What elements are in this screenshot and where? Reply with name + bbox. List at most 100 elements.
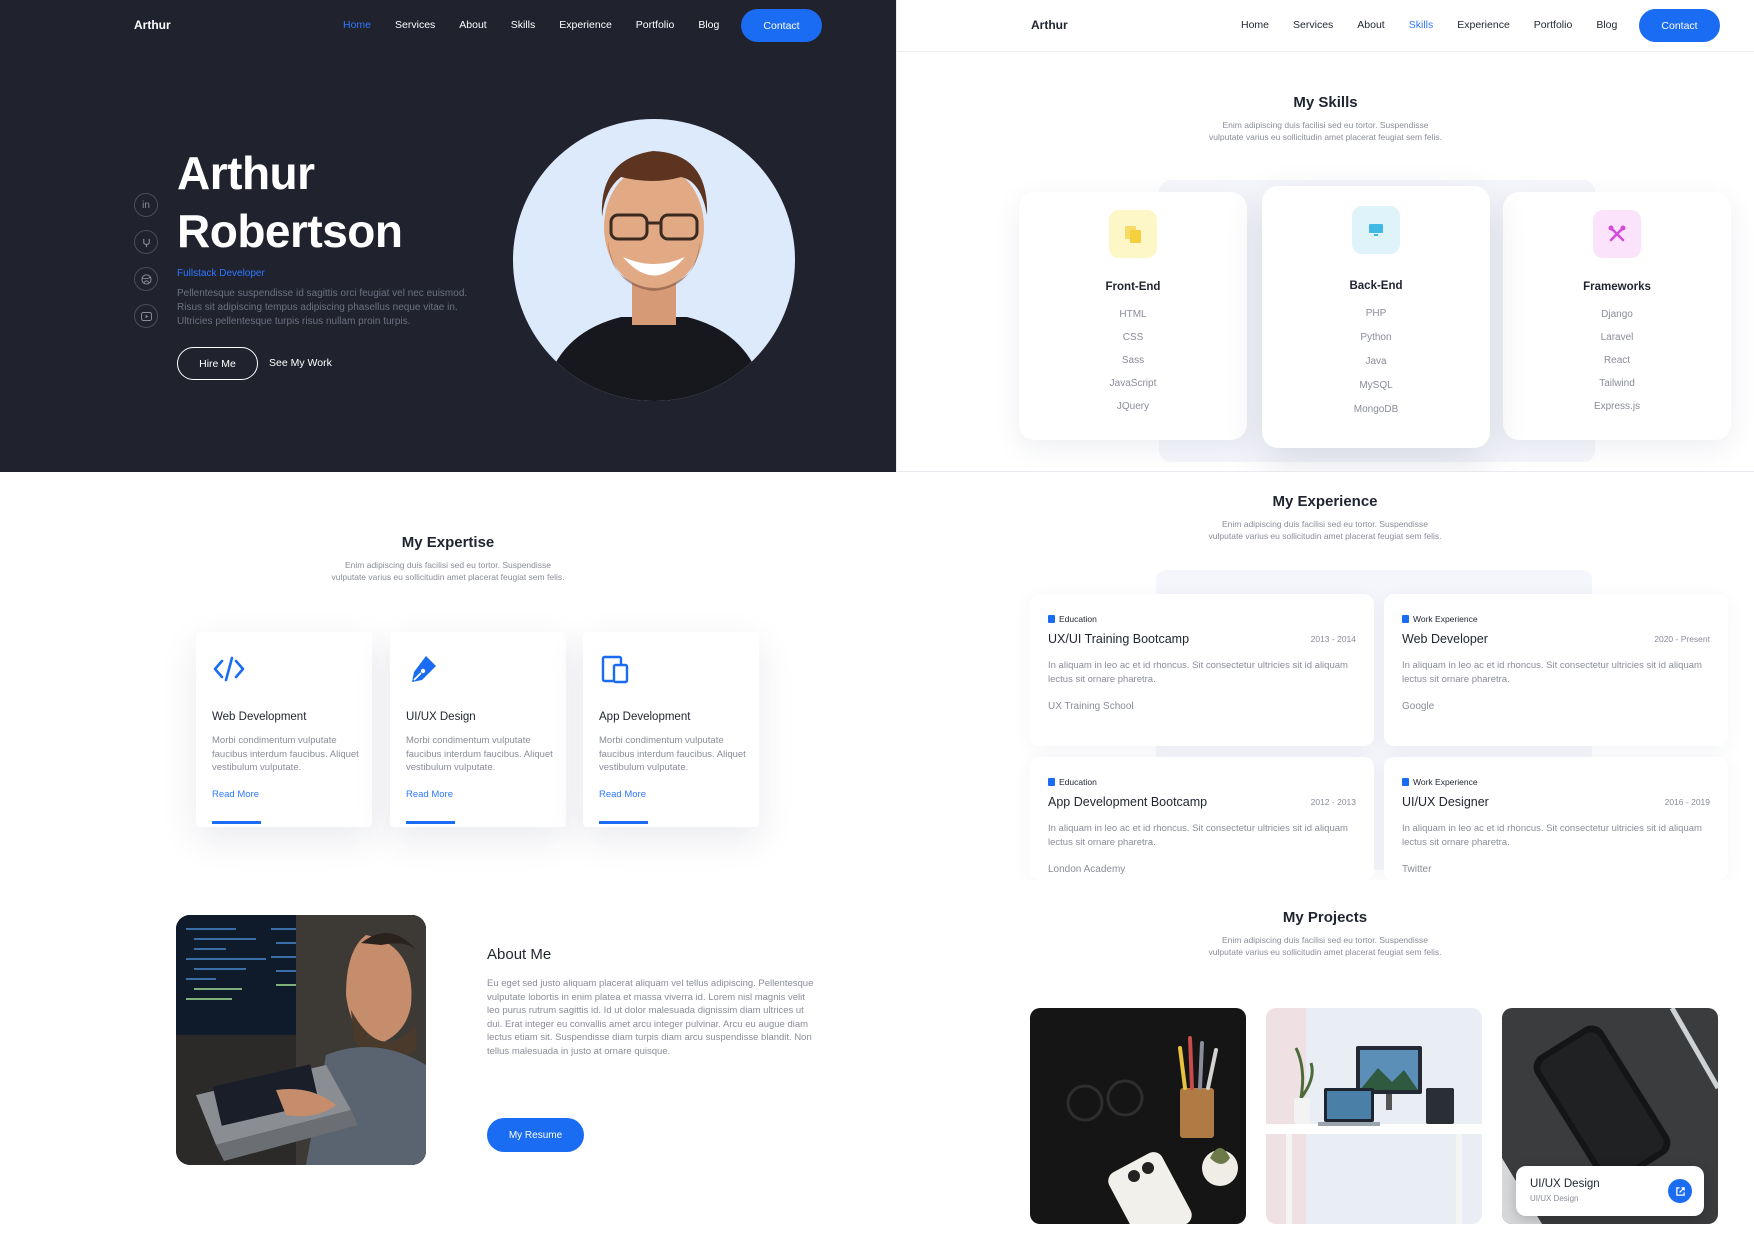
experience-organization: UX Training School: [1048, 701, 1134, 712]
see-my-work-link[interactable]: See My Work: [269, 357, 332, 369]
nav-services[interactable]: Services: [395, 19, 435, 31]
skill-item: Java: [1365, 356, 1387, 367]
experience-card: Work Experience Web Developer 2020 - Pre…: [1384, 594, 1728, 746]
about-section: About Me Eu eget sed justo aliquam place…: [0, 880, 896, 1240]
code-icon: [212, 652, 246, 686]
experience-category: Work Experience: [1402, 614, 1478, 624]
contact-button[interactable]: Contact: [741, 9, 822, 42]
skill-item: PHP: [1365, 308, 1387, 319]
skill-item: React: [1603, 355, 1631, 366]
hero-navbar: Arthur Home Services About Skills Experi…: [0, 0, 896, 52]
nav-skills[interactable]: Skills: [1409, 19, 1434, 31]
external-link-icon[interactable]: [1668, 1179, 1692, 1203]
linkedin-icon[interactable]: in: [134, 193, 158, 217]
experience-category: Education: [1048, 777, 1097, 787]
experience-card: Education App Development Bootcamp 2012 …: [1030, 757, 1374, 880]
expertise-card-title: App Development: [599, 711, 691, 723]
expertise-card-ui-ux-design[interactable]: UI/UX Design Morbi condimentum vulputate…: [390, 632, 566, 827]
experience-title-text: App Development Bootcamp: [1048, 795, 1208, 809]
experience-category-label: Work Experience: [1413, 777, 1478, 787]
projects-section: My Projects Enim adipiscing duis facilis…: [896, 880, 1754, 1240]
card-accent-bar: [212, 821, 261, 824]
skill-card-title: Front-End: [1105, 281, 1161, 293]
experience-description: In aliquam in leo ac et id rhoncus. Sit …: [1402, 660, 1702, 685]
skills-nav-menu: Home Services About Skills Experience Po…: [1241, 19, 1641, 31]
expertise-subtitle-line: Enim adipiscing duis facilisi sed eu tor…: [345, 560, 551, 570]
nav-portfolio[interactable]: Portfolio: [1534, 19, 1573, 31]
nav-services[interactable]: Services: [1293, 19, 1333, 31]
skills-subtitle-line: Enim adipiscing duis facilisi sed eu tor…: [1222, 120, 1429, 130]
experience-description: In aliquam in leo ac et id rhoncus. Sit …: [1048, 823, 1348, 848]
hero-section: Arthur Home Services About Skills Experi…: [0, 0, 896, 472]
github-icon[interactable]: [134, 230, 158, 254]
hero-description: Pellentesque suspendisse id sagittis orc…: [177, 288, 468, 327]
site-logo[interactable]: Arthur: [134, 18, 171, 32]
nav-about[interactable]: About: [1357, 19, 1384, 31]
bookmark-icon: [1048, 778, 1055, 786]
card-accent-bar: [406, 821, 455, 824]
read-more-link[interactable]: Read More: [599, 789, 646, 800]
nav-experience[interactable]: Experience: [1457, 19, 1510, 31]
experience-card: Work Experience UI/UX Designer 2016 - 20…: [1384, 757, 1728, 880]
nav-home[interactable]: Home: [343, 19, 371, 31]
project-overlay-subtitle: UI/UX Design: [1530, 1194, 1579, 1203]
nav-experience[interactable]: Experience: [559, 19, 612, 31]
nav-about[interactable]: About: [459, 19, 486, 31]
briefcase-icon: [1402, 615, 1409, 623]
read-more-link[interactable]: Read More: [406, 789, 453, 800]
skills-subtitle-line: vulputate varius eu sollicitudin amet pl…: [1209, 132, 1442, 142]
experience-date: 2013 - 2014: [1310, 634, 1356, 644]
skill-item: Python: [1360, 332, 1392, 343]
experience-section: My Experience Enim adipiscing duis facil…: [896, 472, 1754, 880]
nav-skills[interactable]: Skills: [511, 19, 536, 31]
youtube-icon[interactable]: [134, 304, 158, 328]
skill-card-frameworks: Frameworks Django Laravel React Tailwind…: [1503, 192, 1731, 440]
about-text: Eu eget sed justo aliquam placerat aliqu…: [487, 978, 814, 1057]
experience-subtitle-line: Enim adipiscing duis facilisi sed eu tor…: [1222, 519, 1428, 529]
skill-item: Tailwind: [1599, 378, 1635, 389]
experience-description: In aliquam in leo ac et id rhoncus. Sit …: [1048, 660, 1348, 685]
site-logo[interactable]: Arthur: [1031, 18, 1068, 32]
expertise-card-web-development[interactable]: Web Development Morbi condimentum vulput…: [196, 632, 372, 827]
experience-title-text: Web Developer: [1402, 632, 1488, 646]
dribbble-icon[interactable]: [134, 267, 158, 291]
projects-title: My Projects: [1282, 909, 1368, 926]
nav-portfolio[interactable]: Portfolio: [636, 19, 675, 31]
skill-card-front-end: Front-End HTML CSS Sass JavaScript JQuer…: [1019, 192, 1247, 440]
nav-home[interactable]: Home: [1241, 19, 1269, 31]
briefcase-icon: [1402, 778, 1409, 786]
monitor-icon: [1352, 206, 1400, 254]
expertise-subtitle: Enim adipiscing duis facilisi sed eu tor…: [0, 559, 896, 583]
experience-organization: Twitter: [1402, 864, 1432, 875]
expertise-card-app-development[interactable]: App Development Morbi condimentum vulput…: [583, 632, 759, 827]
skills-title: My Skills: [1293, 94, 1358, 111]
experience-card: Education UX/UI Training Bootcamp 2013 -…: [1030, 594, 1374, 746]
project-card-desk-items[interactable]: [1030, 1008, 1246, 1224]
skill-item: JQuery: [1116, 401, 1150, 412]
project-overlay-card[interactable]: UI/UX Design UI/UX Design: [1516, 1166, 1704, 1216]
contact-button[interactable]: Contact: [1639, 9, 1720, 42]
experience-category: Work Experience: [1402, 777, 1478, 787]
read-more-link[interactable]: Read More: [212, 789, 259, 800]
experience-date: 2020 - Present: [1654, 634, 1710, 644]
my-resume-button[interactable]: My Resume: [487, 1118, 584, 1152]
about-photo: [176, 915, 426, 1165]
skills-subtitle: Enim adipiscing duis facilisi sed eu tor…: [897, 119, 1754, 143]
project-card-ui-ux-design[interactable]: UI/UX Design UI/UX Design: [1502, 1008, 1718, 1224]
projects-subtitle-line: vulputate varius eu sollicitudin amet pl…: [1208, 947, 1442, 957]
skill-card-title: Frameworks: [1583, 281, 1651, 293]
hero-nav-menu: Home Services About Skills Experience Po…: [343, 19, 743, 31]
devices-icon: [599, 652, 633, 686]
pen-tool-icon: [406, 652, 440, 686]
nav-blog[interactable]: Blog: [698, 19, 719, 31]
skill-item: MongoDB: [1353, 404, 1399, 415]
card-accent-bar: [599, 821, 648, 824]
skill-card-back-end: Back-End PHP Python Java MySQL MongoDB: [1262, 186, 1490, 448]
project-card-workspace[interactable]: [1266, 1008, 1482, 1224]
experience-category-label: Education: [1059, 614, 1097, 624]
skills-navbar: Arthur Home Services About Skills Experi…: [897, 0, 1754, 52]
hire-me-button[interactable]: Hire Me: [177, 347, 258, 380]
nav-blog[interactable]: Blog: [1596, 19, 1617, 31]
skill-item: Django: [1601, 309, 1633, 320]
experience-subtitle-line: vulputate varius eu sollicitudin amet pl…: [1208, 531, 1442, 541]
